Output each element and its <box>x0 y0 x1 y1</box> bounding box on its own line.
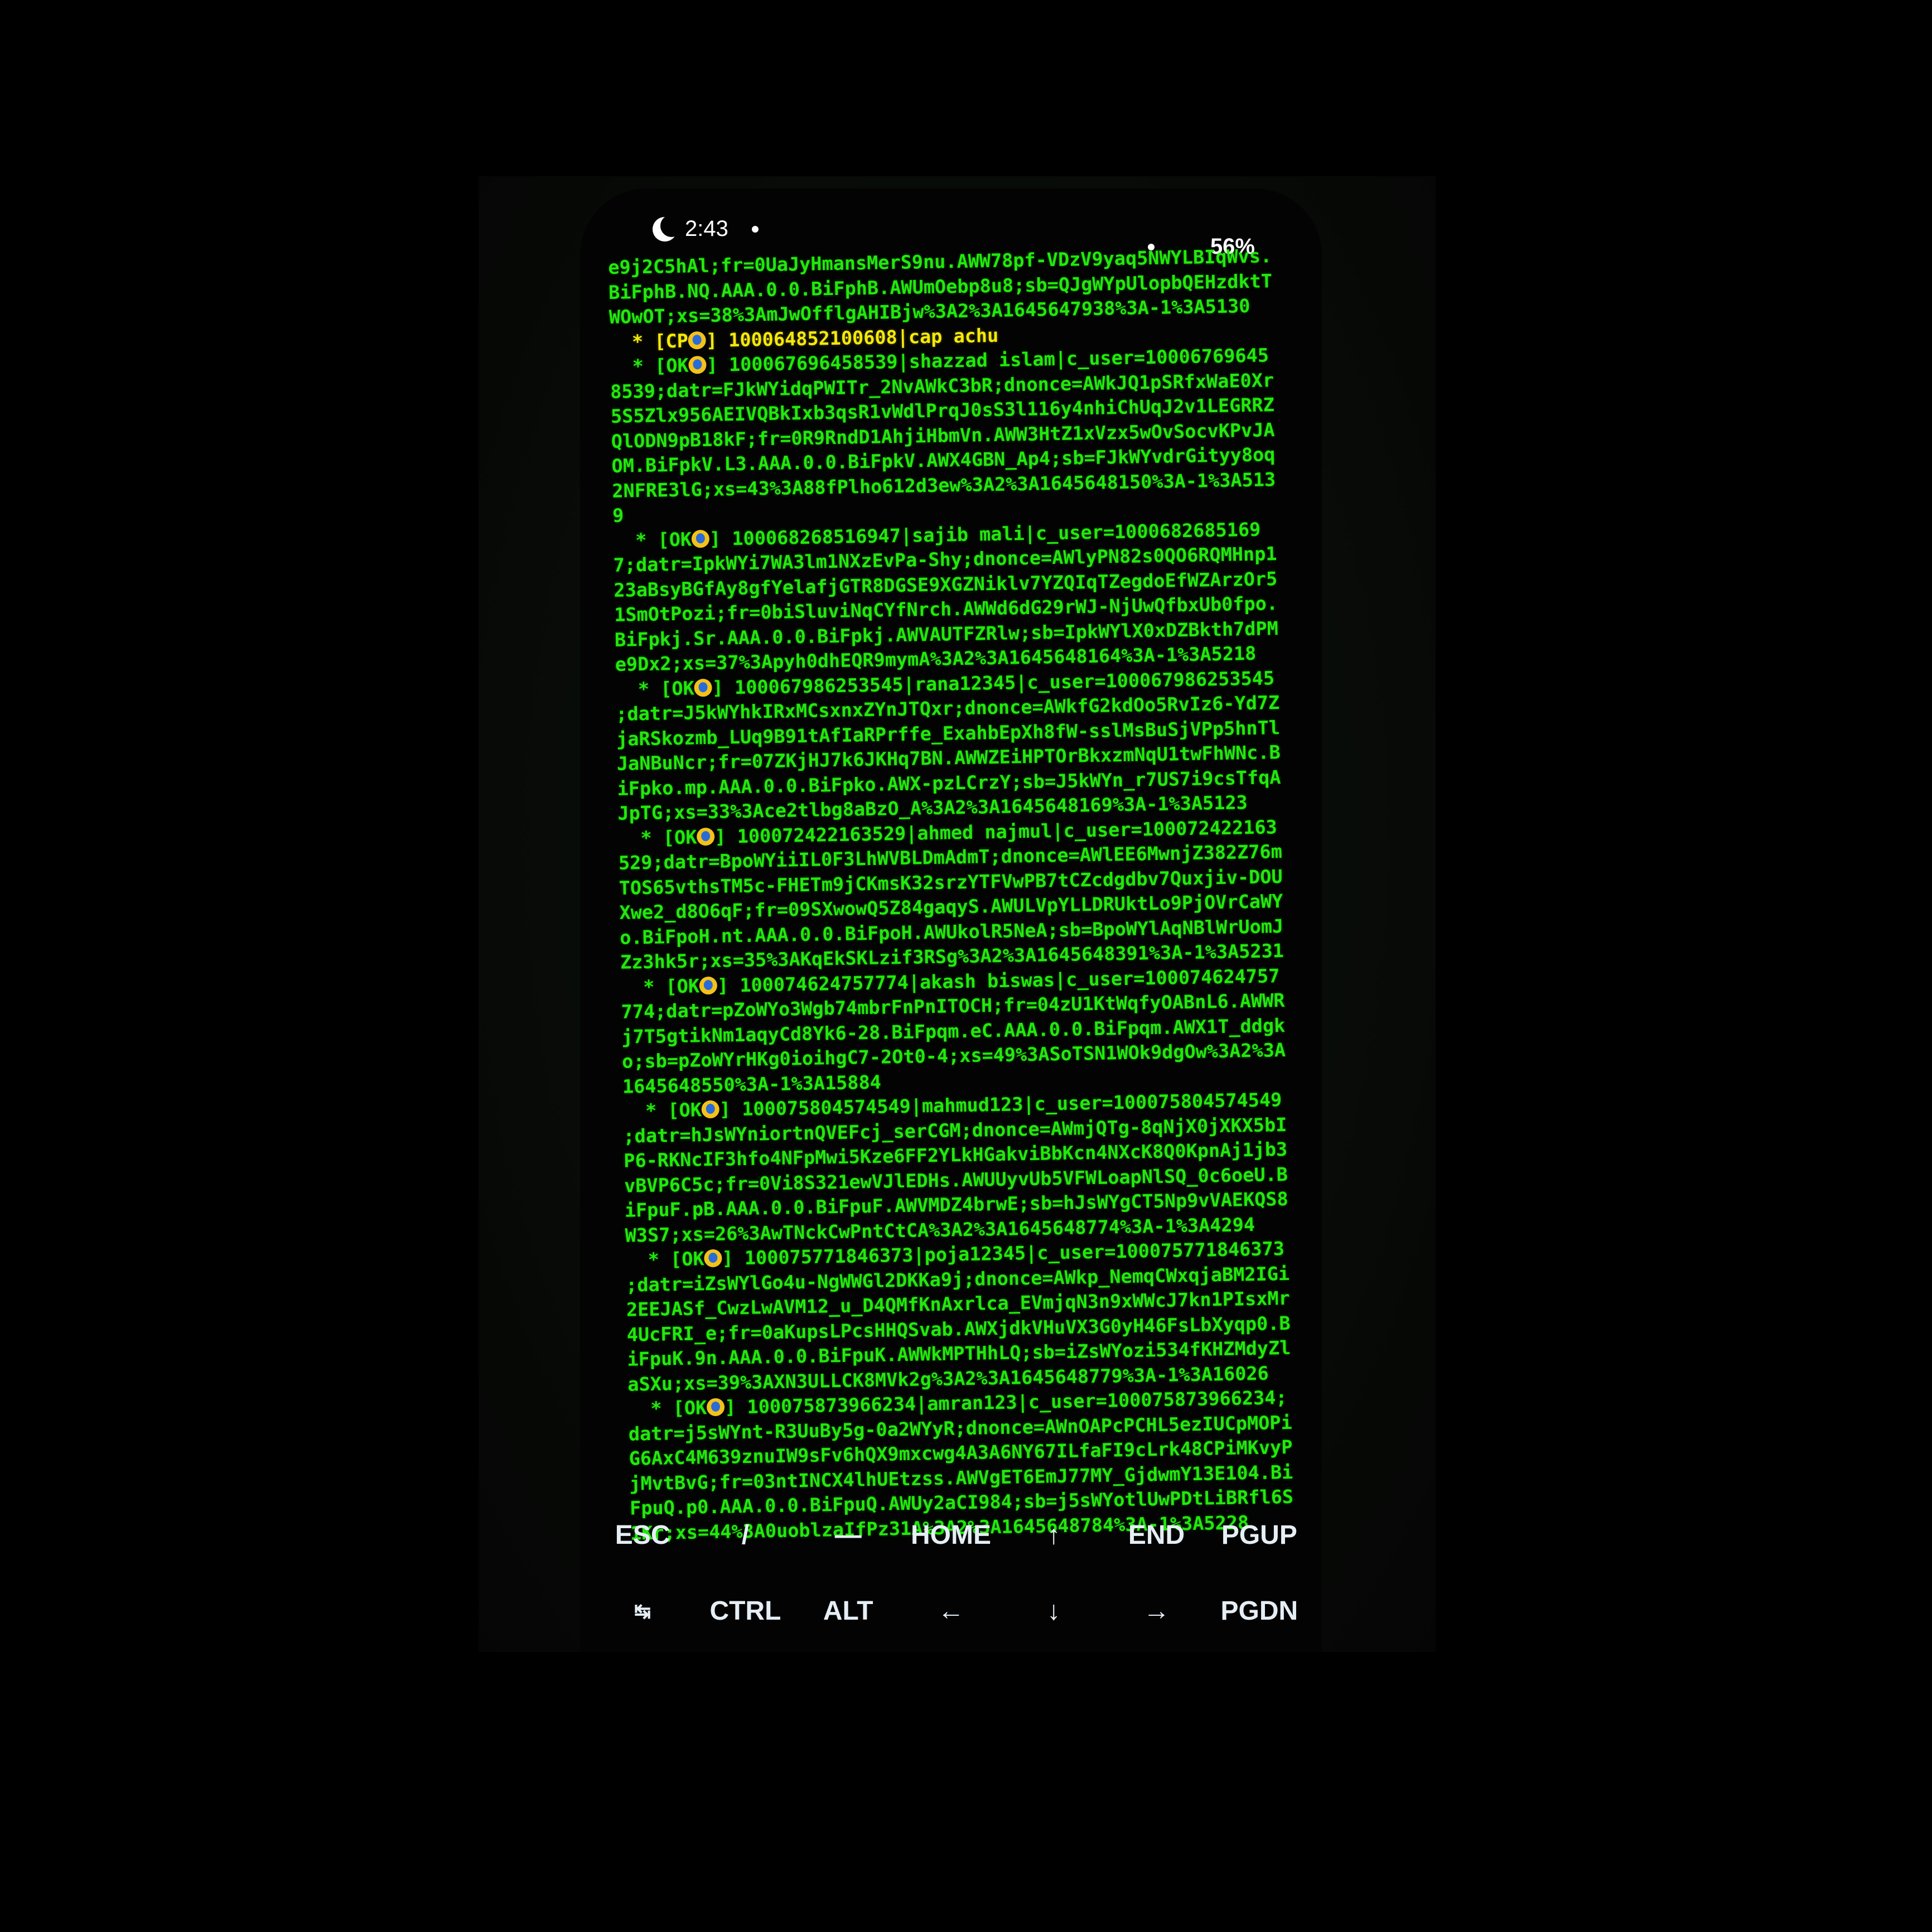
status-tag: * [OK <box>625 1248 704 1271</box>
status-tag-close: ] <box>714 825 738 848</box>
key-alt[interactable]: ALT <box>798 1592 899 1631</box>
do-not-disturb-icon <box>653 214 683 241</box>
key-pgup[interactable]: PGUP <box>1209 1516 1310 1555</box>
notification-dot-icon <box>751 225 759 233</box>
emoji-icon <box>699 976 718 994</box>
status-tag-close: ] <box>706 329 729 351</box>
status-tag: * [OK <box>620 974 700 998</box>
key-key-row1-1[interactable]: / <box>695 1516 795 1555</box>
status-tag: * [OK <box>617 825 697 849</box>
emoji-icon <box>694 678 713 697</box>
status-tag: * [CP <box>609 330 689 353</box>
key-key-row2-0[interactable]: ↹ <box>592 1592 693 1631</box>
status-tag: * [OK <box>622 1099 702 1122</box>
terminal-output[interactable]: e9j2C5hAl;fr=0UaJyHmansMerS9nu.AWW78pf-V… <box>608 243 1322 1545</box>
status-tag-close: ] <box>719 1098 742 1120</box>
key-key-row1-2[interactable]: — <box>798 1516 899 1555</box>
key-ctrl[interactable]: CTRL <box>695 1592 795 1631</box>
status-time: 2:43 <box>685 216 728 241</box>
status-tag-close: ] <box>722 1247 745 1269</box>
phone-screen: 2:43 56% e9j2C5hAl;fr=0UaJyHmansMerS9nu.… <box>580 189 1322 1652</box>
account-entry: 100064852100608|cap achu <box>728 324 999 351</box>
status-tag-close: ] <box>709 527 732 550</box>
key-esc[interactable]: ESC <box>592 1516 693 1555</box>
key-end[interactable]: END <box>1107 1516 1207 1555</box>
status-tag: * [OK <box>627 1397 707 1420</box>
status-tag-close: ] <box>712 676 735 699</box>
emoji-icon <box>701 1100 720 1119</box>
status-tag-close: ] <box>717 974 740 997</box>
status-left: 2:43 <box>653 214 759 241</box>
extra-keys-row-1: ESC / — HOME ↑ END PGUP <box>591 1516 1311 1555</box>
emoji-icon <box>688 331 707 350</box>
status-tag: * [OK <box>610 354 689 378</box>
key-key-row2-4[interactable]: ↓ <box>1003 1592 1104 1631</box>
status-tag-close: ] <box>724 1395 747 1418</box>
extra-keys-row-2: ↹ CTRL ALT ← ↓ → PGDN <box>591 1592 1311 1631</box>
status-tag: * [OK <box>615 677 695 701</box>
key-pgdn[interactable]: PGDN <box>1209 1592 1310 1631</box>
status-tag-close: ] <box>706 354 730 376</box>
emoji-icon <box>691 529 710 548</box>
emoji-icon <box>688 355 707 374</box>
extra-keys-bar: ESC / — HOME ↑ END PGUP ↹ CTRL ALT ← ↓ → PGDN <box>580 1505 1322 1652</box>
emoji-icon <box>706 1398 725 1417</box>
key-key-row2-3[interactable]: ← <box>901 1592 1001 1631</box>
key-key-row2-5[interactable]: → <box>1107 1592 1207 1631</box>
key-key-row1-4[interactable]: ↑ <box>1003 1516 1104 1555</box>
emoji-icon <box>704 1249 722 1268</box>
key-home[interactable]: HOME <box>901 1516 1001 1555</box>
emoji-icon <box>697 827 715 846</box>
status-tag: * [OK <box>612 528 692 552</box>
